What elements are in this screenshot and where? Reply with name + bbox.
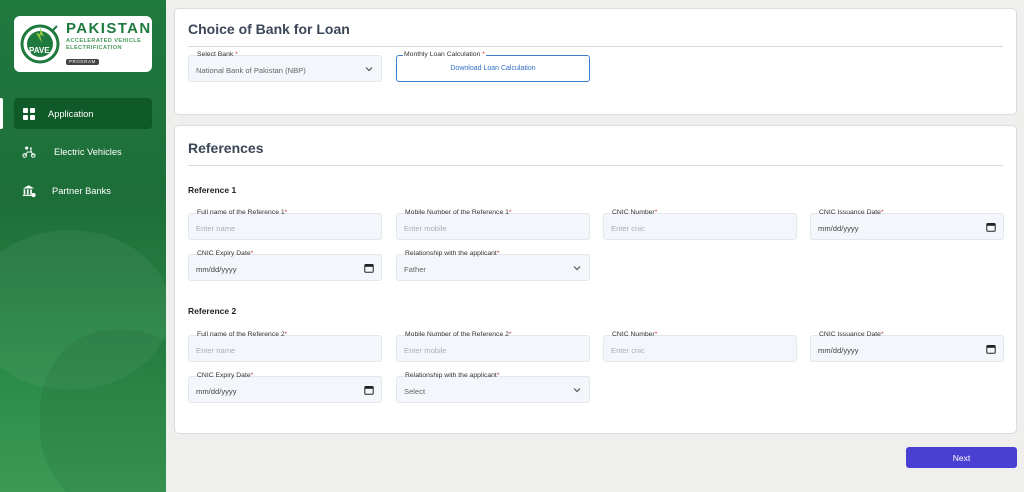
- scooter-icon: [22, 145, 36, 159]
- sidebar-item-label: Application: [48, 108, 94, 119]
- bank-section-title: Choice of Bank for Loan: [188, 21, 350, 37]
- download-loan-calculation-link[interactable]: Download Loan Calculation: [397, 65, 589, 72]
- divider: [188, 165, 1003, 166]
- logo-subtitle-line2: ELECTRIFICATION: [66, 44, 122, 51]
- grid-icon: [22, 107, 36, 121]
- logo-subtitle-line1: ACCELERATED VEHICLE: [66, 38, 142, 45]
- reference-2-cnic-issuance-date[interactable]: CNIC Issuance Date* mm/dd/yyyy: [810, 331, 1004, 362]
- divider: [188, 46, 1003, 47]
- pave-logo-mark-text: PAVE: [29, 46, 50, 55]
- reference-1-cnic-expiry-date[interactable]: CNIC Expiry Date* mm/dd/yyyy: [188, 250, 382, 281]
- calendar-icon[interactable]: [986, 222, 996, 232]
- reference-2-full-name-input[interactable]: Full name of the Reference 2* Enter name: [188, 331, 382, 362]
- monthly-loan-calculation-box: Monthly Loan Calculation * Download Loan…: [396, 51, 590, 82]
- reference-2-mobile-input[interactable]: Mobile Number of the Reference 2* Enter …: [396, 331, 590, 362]
- sidebar: PAVE PAKISTAN ACCELERATED VEHICLE ELECTR…: [0, 0, 166, 492]
- sidebar-item-electric-vehicles[interactable]: Electric Vehicles: [14, 136, 152, 167]
- calendar-icon[interactable]: [364, 385, 374, 395]
- reference-1-heading: Reference 1: [188, 185, 237, 195]
- pave-logo-mark-icon: PAVE: [20, 24, 60, 64]
- reference-1-cnic-input[interactable]: CNIC Number* Enter cnic: [603, 209, 797, 240]
- active-nav-indicator: [0, 98, 3, 129]
- chevron-down-icon: [573, 266, 581, 271]
- reference-2-relationship-dropdown[interactable]: Relationship with the applicant* Select: [396, 372, 590, 403]
- sidebar-item-label: Partner Banks: [52, 185, 111, 196]
- logo-title: PAKISTAN: [66, 20, 152, 38]
- next-button[interactable]: Next: [906, 447, 1017, 468]
- field-label: Monthly Loan Calculation *: [403, 51, 486, 58]
- reference-2-cnic-input[interactable]: CNIC Number* Enter cnic: [603, 331, 797, 362]
- bank-choice-card: Choice of Bank for Loan Select Bank * Na…: [174, 8, 1017, 115]
- logo-subtitle: ACCELERATED VEHICLE ELECTRIFICATION: [66, 38, 152, 51]
- sidebar-item-application[interactable]: Application: [14, 98, 152, 129]
- references-card: References Reference 1 Full name of the …: [174, 125, 1017, 434]
- reference-2-heading: Reference 2: [188, 306, 237, 316]
- field-label: Select Bank *: [196, 51, 239, 58]
- sidebar-item-label: Electric Vehicles: [54, 146, 122, 157]
- reference-1-full-name-input[interactable]: Full name of the Reference 1* Enter name: [188, 209, 382, 240]
- chevron-down-icon: [573, 388, 581, 393]
- reference-1-cnic-issuance-date[interactable]: CNIC Issuance Date* mm/dd/yyyy: [810, 209, 1004, 240]
- calendar-icon[interactable]: [986, 344, 996, 354]
- reference-1-mobile-input[interactable]: Mobile Number of the Reference 1* Enter …: [396, 209, 590, 240]
- logo-program-badge: PROGRAM: [66, 58, 99, 66]
- bank-icon: [22, 184, 36, 198]
- calendar-icon[interactable]: [364, 263, 374, 273]
- references-title: References: [188, 140, 264, 156]
- pave-logo[interactable]: PAVE PAKISTAN ACCELERATED VEHICLE ELECTR…: [14, 16, 152, 72]
- sidebar-background-shape: [40, 330, 166, 492]
- select-bank-value: National Bank of Pakistan (NBP): [196, 66, 306, 75]
- chevron-down-icon: [365, 67, 373, 72]
- select-bank-dropdown[interactable]: Select Bank * National Bank of Pakistan …: [188, 51, 382, 82]
- reference-2-cnic-expiry-date[interactable]: CNIC Expiry Date* mm/dd/yyyy: [188, 372, 382, 403]
- reference-1-relationship-dropdown[interactable]: Relationship with the applicant* Father: [396, 250, 590, 281]
- sidebar-item-partner-banks[interactable]: Partner Banks: [14, 175, 152, 206]
